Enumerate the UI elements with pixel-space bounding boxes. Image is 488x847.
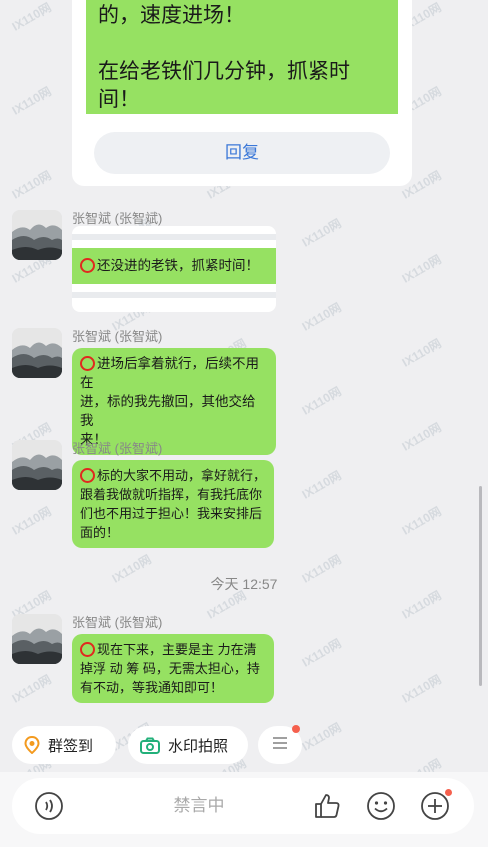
sender-name: 张智斌 (张智斌) [72,615,163,630]
watermark-text: IX110网 [9,168,54,202]
plus-icon[interactable] [420,789,452,821]
emoji-icon[interactable] [366,791,396,821]
sender-name: 张智斌 (张智斌) [72,441,163,456]
message-line: 现在下来，主要是主 力在清 [80,640,266,659]
red-circle-icon [80,258,95,273]
divider [72,234,276,240]
message-text: 还没进的老铁，抓紧时间！ [97,258,259,273]
message-text: 标的大家不用动，拿好就行， [97,468,267,483]
message-line: 标的大家不用动，拿好就行， [80,466,266,485]
watermark-text: IX110网 [9,84,54,118]
announcement-line: 在给老铁们几分钟，抓紧时 [98,60,350,83]
watermark-photo-button[interactable]: 水印拍照 [128,726,248,764]
watermark-text: IX110网 [299,216,344,250]
message-line: 跟着我做就听指挥，有我托底你 [80,487,263,502]
avatar[interactable] [12,614,62,664]
quick-actions: 群签到 水印拍照 [0,725,488,766]
thumbs-up-icon[interactable] [312,791,342,821]
message-line: 掉浮 动 筹 码，无需太担心，持 [80,661,260,676]
announcement-card: 的，速度进场！ 在给老铁们几分钟，抓紧时 间！ 回复 [72,0,412,186]
watermark-text: IX110网 [299,636,344,670]
message-text-row: 还没进的老铁，抓紧时间！ [72,248,276,284]
checkin-button[interactable]: 群签到 [12,726,116,764]
watermark-text: IX110网 [299,468,344,502]
message-line: 有不动，等我通知即可！ [80,680,224,695]
message-line: 进，标的我先撤回，其他交给我 [80,394,256,428]
message-line: 们也不用过于担心！我来安排后 [80,506,263,521]
announcement-line: 的，速度进场！ [98,4,245,27]
divider [72,292,276,298]
menu-icon [272,736,288,755]
notification-dot [292,725,300,733]
message-input[interactable]: 禁言中 [12,778,474,834]
avatar[interactable] [12,328,62,378]
message-text: 现在下来，主要是主 力在清 [97,642,257,657]
scrollbar[interactable] [479,486,482,686]
message-bubble[interactable]: 标的大家不用动，拿好就行， 跟着我做就听指挥，有我托底你 们也不用过于担心！我来… [72,460,274,548]
red-circle-icon [80,356,95,371]
notification-dot [445,789,452,796]
message-bubble[interactable]: 还没进的老铁，抓紧时间！ [72,226,276,312]
more-actions-button[interactable] [258,725,302,764]
watermark-text: IX110网 [9,672,54,706]
watermark-text: IX110网 [399,252,444,286]
watermark-text: IX110网 [299,384,344,418]
watermark-text: IX110网 [299,300,344,334]
watermark-photo-label: 水印拍照 [168,737,229,755]
message-line: 面的！ [80,525,120,540]
watermark-text: IX110网 [399,420,444,454]
message-text: 进场后拿着就行，后续不用在 [80,356,259,390]
avatar[interactable] [12,440,62,490]
input-bar: 禁言中 [0,772,488,847]
watermark-text: IX110网 [9,504,54,538]
camera-icon [140,737,160,754]
red-circle-icon [80,468,95,483]
sender-name: 张智斌 (张智斌) [72,211,163,226]
sender-name: 张智斌 (张智斌) [72,329,163,344]
watermark-text: IX110网 [399,504,444,538]
red-circle-icon [80,642,95,657]
reply-button[interactable]: 回复 [94,132,390,174]
watermark-text: IX110网 [399,672,444,706]
announcement-line: 间！ [98,88,140,111]
message-line: 进场后拿着就行，后续不用在 [80,354,268,392]
checkin-label: 群签到 [48,737,94,755]
watermark-text: IX110网 [9,0,54,34]
announcement-text: 的，速度进场！ 在给老铁们几分钟，抓紧时 间！ [86,0,398,114]
message-bubble[interactable]: 现在下来，主要是主 力在清 掉浮 动 筹 码，无需太担心，持 有不动，等我通知即… [72,634,274,703]
timestamp: 今天 12:57 [210,576,278,592]
avatar[interactable] [12,210,62,260]
watermark-text: IX110网 [399,336,444,370]
location-pin-icon [24,736,40,754]
chat-screen: IX110网 IX110网 IX110网 IX110网 IX110网 IX110网 IX11… [0,0,488,847]
